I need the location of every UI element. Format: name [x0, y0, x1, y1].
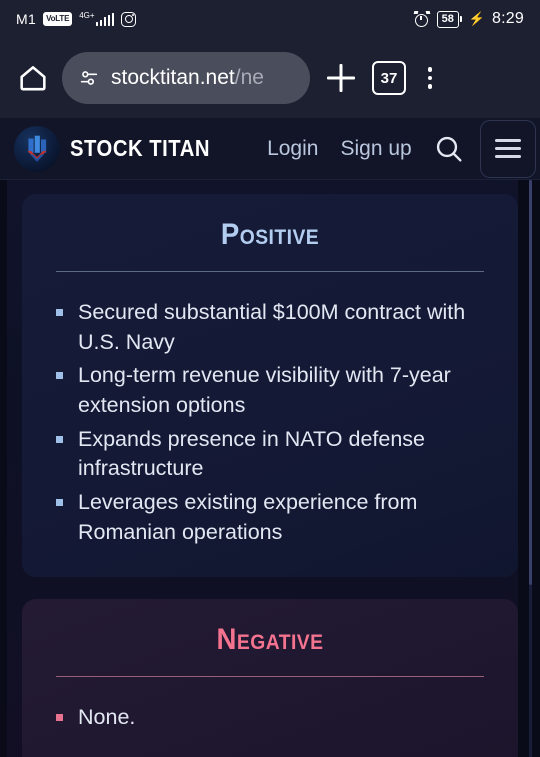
- status-bar-right: 58 ⚡ 8:29: [413, 10, 524, 28]
- header-nav-links: Login Sign up: [267, 137, 412, 161]
- negative-card-title: Negative: [216, 623, 324, 657]
- browser-toolbar: stocktitan.net/ne 37: [0, 38, 540, 118]
- charging-bolt-icon: ⚡: [468, 11, 486, 26]
- list-item: Long-term revenue visibility with 7-year…: [52, 361, 488, 420]
- list-item: Expands presence in NATO defense infrast…: [52, 425, 488, 484]
- page-content: Positive Secured substantial $100M contr…: [0, 180, 540, 757]
- page-left-edge: [0, 180, 7, 757]
- carrier-label: M1: [16, 11, 37, 27]
- browser-menu-button[interactable]: [418, 67, 442, 89]
- network-type-label: 4G+: [79, 11, 95, 20]
- list-item: Leverages existing experience from Roman…: [52, 488, 488, 547]
- android-status-bar: M1 VoLTE 4G+ 58 ⚡ 8:29: [0, 0, 540, 38]
- signup-link[interactable]: Sign up: [340, 137, 411, 161]
- tune-icon[interactable]: [78, 67, 100, 89]
- url-bar[interactable]: stocktitan.net/ne: [62, 52, 310, 104]
- positive-card: Positive Secured substantial $100M contr…: [22, 194, 518, 578]
- url-path: /ne: [234, 66, 264, 89]
- new-tab-button[interactable]: [322, 59, 360, 97]
- tab-counter-button[interactable]: 37: [372, 61, 406, 95]
- site-header: STOCK TITAN Login Sign up: [0, 118, 540, 180]
- positive-card-title: Positive: [220, 218, 320, 251]
- site-brand-name[interactable]: STOCK TITAN: [70, 135, 210, 162]
- scrollbar-thumb[interactable]: [529, 180, 532, 585]
- signal-strength-indicator: 4G+: [79, 11, 115, 26]
- positive-bullet-list: Secured substantial $100M contract with …: [52, 298, 488, 547]
- instagram-icon: [121, 11, 137, 27]
- url-domain: stocktitan.net: [111, 66, 235, 89]
- signal-bars-icon: [95, 13, 115, 26]
- positive-card-divider: [56, 271, 484, 272]
- url-text: stocktitan.net/ne: [111, 66, 264, 90]
- status-bar-left: M1 VoLTE 4G+: [16, 11, 414, 27]
- list-item: None.: [52, 703, 488, 733]
- search-icon[interactable]: [432, 132, 466, 166]
- alarm-icon: [413, 11, 430, 27]
- login-link[interactable]: Login: [267, 137, 318, 161]
- negative-bullet-list: None.: [52, 703, 488, 733]
- status-bar-clock: 8:29: [492, 10, 524, 27]
- negative-card-divider: [56, 676, 484, 678]
- stock-titan-logo-icon[interactable]: [14, 125, 60, 172]
- battery-level-badge: 58: [436, 10, 459, 28]
- home-icon[interactable]: [16, 61, 50, 95]
- hamburger-menu-button[interactable]: [479, 119, 536, 178]
- list-item: Secured substantial $100M contract with …: [52, 298, 488, 357]
- negative-card: Negative None.: [22, 599, 518, 757]
- volte-badge: VoLTE: [43, 12, 73, 26]
